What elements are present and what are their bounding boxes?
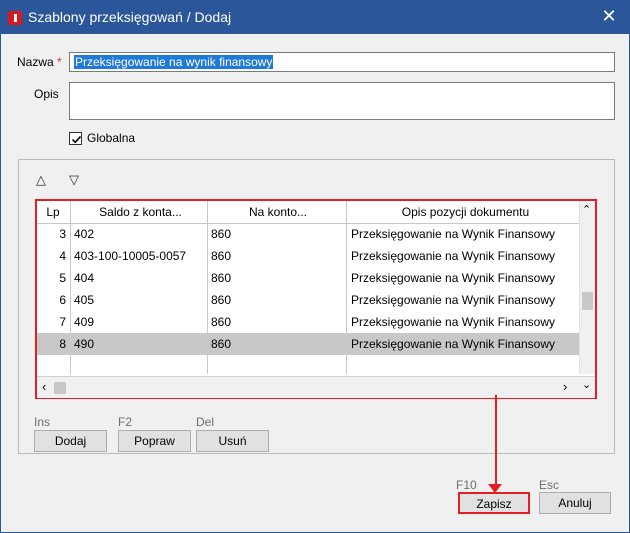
row-saldo: 402 [74,227,95,241]
scroll-right-icon[interactable]: › [563,379,567,394]
column-divider [207,201,208,374]
name-label: Nazwa * [17,55,62,69]
scroll-down-icon[interactable]: ⌄ [582,378,591,391]
app-logo-icon [8,11,22,25]
row-saldo: 409 [74,315,95,329]
dialog-window: Szablony przeksięgowań / Dodaj ✕ Nazwa *… [0,0,630,533]
vertical-scrollbar[interactable]: ⌃ [579,201,595,374]
column-na-konto[interactable]: Na konto... [208,201,345,223]
horizontal-scroll-thumb[interactable] [54,382,66,394]
row-lp: 8 [59,337,66,351]
row-lp: 7 [59,315,66,329]
table-row[interactable]: 3 402 860 Przeksięgowanie na Wynik Finan… [37,223,580,245]
row-opis: Przeksięgowanie na Wynik Finansowy [351,337,555,351]
table-row[interactable]: 7 409 860 Przeksięgowanie na Wynik Finan… [37,311,580,333]
column-divider [70,201,71,374]
row-opis: Przeksięgowanie na Wynik Finansowy [351,271,555,285]
template-items-panel: △ ▽ Lp Saldo z konta... Na konto... Opis… [18,159,615,454]
edit-row-button[interactable]: Popraw [118,430,191,452]
table-row-selected[interactable]: 8 490 860 Przeksięgowanie na Wynik Finan… [37,333,580,355]
cancel-shortcut: Esc [539,478,560,492]
row-na-konto: 860 [211,315,232,329]
description-input[interactable] [69,82,615,120]
column-divider [346,201,347,374]
column-lp[interactable]: Lp [37,201,69,223]
name-input[interactable]: Przeksięgowanie na wynik finansowy [69,52,615,72]
row-na-konto: 860 [211,337,232,351]
global-label: Globalna [87,131,136,145]
add-row-button[interactable]: Dodaj [34,430,107,452]
row-lp: 6 [59,293,66,307]
row-opis: Przeksięgowanie na Wynik Finansowy [351,227,555,241]
name-input-value: Przeksięgowanie na wynik finansowy [74,55,274,69]
description-label: Opis [34,87,59,101]
annotation-arrow-line [495,395,497,489]
row-na-konto: 860 [211,271,232,285]
move-up-button[interactable]: △ [36,172,46,188]
delete-row-button[interactable]: Usuń [196,430,269,452]
row-saldo: 405 [74,293,95,307]
column-saldo[interactable]: Saldo z konta... [71,201,207,223]
row-saldo: 403-100-10005-0057 [74,249,187,263]
delete-shortcut: Del [196,415,215,429]
row-na-konto: 860 [211,293,232,307]
title-bar: Szablony przeksięgowań / Dodaj ✕ [1,1,629,34]
row-opis: Przeksięgowanie na Wynik Finansowy [351,249,555,263]
scroll-up-icon[interactable]: ⌃ [582,203,591,216]
row-lp: 3 [59,227,66,241]
save-button[interactable]: Zapisz [458,492,530,514]
window-title: Szablony przeksięgowań / Dodaj [28,9,232,25]
save-shortcut: F10 [456,478,477,492]
close-button[interactable]: ✕ [597,5,621,29]
table-row[interactable]: 4 403-100-10005-0057 860 Przeksięgowanie… [37,245,580,267]
table-row[interactable]: 5 404 860 Przeksięgowanie na Wynik Finan… [37,267,580,289]
vertical-scroll-thumb[interactable] [582,292,593,310]
row-lp: 5 [59,271,66,285]
cancel-button[interactable]: Anuluj [539,492,611,514]
horizontal-scrollbar[interactable]: ‹ › ⌄ [37,376,595,398]
global-checkbox[interactable] [69,132,82,145]
add-shortcut: Ins [34,415,51,429]
edit-shortcut: F2 [118,415,133,429]
column-opis[interactable]: Opis pozycji dokumentu [348,201,580,223]
table-header: Lp Saldo z konta... Na konto... Opis poz… [37,201,580,224]
table-row[interactable]: 6 405 860 Przeksięgowanie na Wynik Finan… [37,289,580,311]
scroll-left-icon[interactable]: ‹ [42,379,46,394]
row-saldo: 404 [74,271,95,285]
row-opis: Przeksięgowanie na Wynik Finansowy [351,315,555,329]
template-items-table[interactable]: Lp Saldo z konta... Na konto... Opis poz… [35,199,597,399]
row-lp: 4 [59,249,66,263]
row-saldo: 490 [74,337,95,351]
row-na-konto: 860 [211,227,232,241]
row-opis: Przeksięgowanie na Wynik Finansowy [351,293,555,307]
move-down-button[interactable]: ▽ [69,172,79,188]
row-na-konto: 860 [211,249,232,263]
